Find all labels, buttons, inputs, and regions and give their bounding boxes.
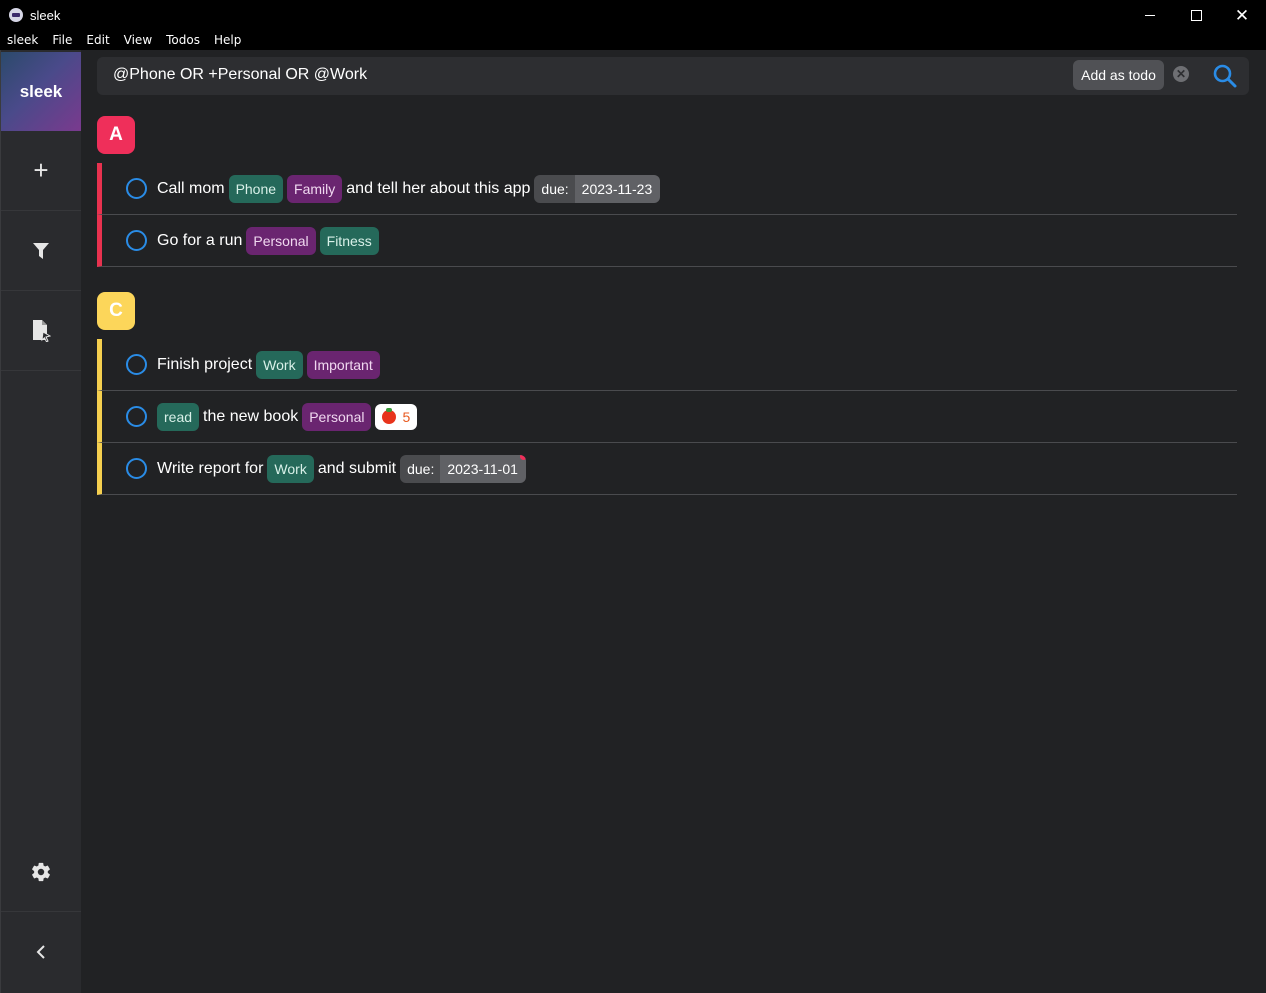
todo-checkbox[interactable] — [126, 458, 147, 479]
close-icon: ✕ — [1234, 5, 1250, 25]
files-button[interactable] — [1, 291, 81, 371]
todo-text: Write report for — [157, 460, 264, 477]
todo-checkbox[interactable] — [126, 230, 147, 251]
menu-view[interactable]: View — [117, 33, 159, 47]
filter-icon — [33, 242, 49, 259]
brand-logo: sleek — [1, 52, 81, 131]
todo-text: and submit — [317, 460, 397, 477]
priority-badge-a: A — [97, 116, 135, 154]
clear-search-icon[interactable]: ✕ — [1173, 66, 1189, 82]
todo-row[interactable]: Call mom Phone Family and tell her about… — [97, 163, 1237, 215]
menu-help[interactable]: Help — [207, 33, 248, 47]
minimize-button[interactable] — [1127, 0, 1173, 30]
project-tag[interactable]: Fitness — [319, 227, 379, 255]
todo-text: the new book — [203, 408, 299, 425]
due-date-tag[interactable]: due: 2023-11-01 — [400, 455, 526, 483]
due-date-tag[interactable]: due: 2023-11-23 — [534, 175, 661, 203]
menu-edit[interactable]: Edit — [79, 33, 116, 47]
context-tag[interactable]: read — [157, 403, 200, 431]
title-bar: sleek ✕ — [0, 0, 1266, 30]
todo-text: Finish project — [157, 356, 253, 373]
menu-todos[interactable]: Todos — [159, 33, 207, 47]
maximize-button[interactable] — [1173, 0, 1219, 30]
add-as-todo-button[interactable]: Add as todo — [1073, 60, 1164, 90]
add-todo-button[interactable]: + — [1, 131, 81, 211]
project-tag[interactable]: Personal — [246, 227, 316, 255]
context-tag[interactable]: Work — [267, 455, 314, 483]
todo-row[interactable]: read the new book Personal 5 — [97, 391, 1237, 443]
chevron-left-icon — [36, 944, 45, 959]
project-tag[interactable]: Important — [306, 351, 380, 379]
collapse-sidebar-button[interactable] — [1, 912, 81, 991]
todo-text: Call mom — [157, 180, 225, 197]
pomodoro-badge[interactable]: 5 — [375, 404, 418, 430]
todo-checkbox[interactable] — [126, 406, 147, 427]
due-value: 2023-11-01 — [440, 455, 526, 483]
overdue-indicator — [519, 455, 526, 460]
menu-file[interactable]: File — [45, 33, 79, 47]
plus-icon: + — [33, 155, 49, 185]
search-input[interactable]: @Phone OR +Personal OR @Work — [113, 66, 367, 84]
todo-checkbox[interactable] — [126, 354, 147, 375]
menu-bar: sleek File Edit View Todos Help — [0, 30, 1266, 50]
todo-row[interactable]: Go for a run Personal Fitness — [97, 215, 1237, 267]
minimize-icon — [1145, 14, 1155, 16]
priority-badge-c: C — [97, 292, 135, 330]
window-title: sleek — [30, 8, 61, 23]
todo-text: Go for a run — [157, 232, 243, 249]
pomodoro-count: 5 — [402, 409, 411, 425]
due-label: due: — [534, 175, 575, 203]
due-value: 2023-11-23 — [574, 175, 661, 203]
todo-row[interactable]: Write report for Work and submit due: 20… — [97, 443, 1237, 495]
menu-sleek[interactable]: sleek — [0, 33, 45, 47]
todo-row[interactable]: Finish project Work Important — [97, 339, 1237, 391]
gear-icon — [32, 862, 50, 881]
due-label: due: — [400, 455, 441, 483]
search-icon[interactable] — [1212, 63, 1238, 89]
app-logo-icon — [9, 8, 23, 22]
filter-button[interactable] — [1, 211, 81, 291]
tomato-icon — [382, 408, 397, 424]
context-tag[interactable]: Phone — [228, 175, 284, 203]
todo-checkbox[interactable] — [126, 178, 147, 199]
project-tag[interactable]: Personal — [302, 403, 372, 431]
settings-button[interactable] — [1, 832, 81, 912]
todo-text: and tell her about this app — [346, 180, 531, 197]
close-window-button[interactable]: ✕ — [1219, 0, 1265, 30]
file-icon — [33, 319, 51, 342]
sidebar: sleek + — [0, 50, 81, 993]
maximize-icon — [1190, 9, 1202, 21]
search-bar[interactable]: @Phone OR +Personal OR @Work Add as todo… — [97, 57, 1249, 95]
project-tag[interactable]: Family — [287, 175, 343, 203]
context-tag[interactable]: Work — [256, 351, 303, 379]
